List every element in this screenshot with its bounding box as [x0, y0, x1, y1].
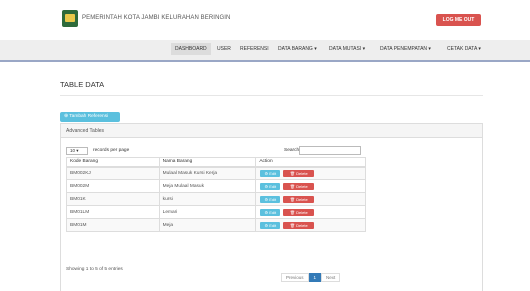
table-row: BM01K kursi ⚙ Edit 🗑 Delete — [66, 192, 366, 206]
nav-data-barang[interactable]: DATA BARANG ▾ — [278, 46, 317, 52]
chevron-down-icon: ▾ — [75, 148, 79, 153]
delete-button[interactable]: 🗑 Delete — [283, 221, 315, 229]
title-divider — [60, 95, 483, 96]
table-row: BM01LM Lemari ⚙ Edit 🗑 Delete — [66, 205, 366, 219]
main-navbar: DASHBOARD USER REFERENSI DATA BARANG ▾ D… — [0, 40, 530, 62]
edit-button[interactable]: ⚙ Edit — [260, 208, 281, 216]
cell-action: ⚙ Edit 🗑 Delete — [255, 179, 366, 193]
pagination-previous[interactable]: Previous — [281, 273, 309, 282]
city-emblem-logo — [62, 10, 78, 27]
records-per-page-select[interactable]: 10 ▾ — [66, 147, 88, 155]
column-header-kode[interactable]: Kode Barang — [66, 157, 160, 168]
edit-button[interactable]: ⚙ Edit — [260, 182, 281, 190]
table-row: BM002KJ Mulaal Masuk Kursi Kerja ⚙ Edit 🗑… — [66, 166, 366, 180]
records-per-page-label: records per page — [93, 148, 130, 153]
pagination: Previous 1 Next — [281, 273, 341, 282]
cell-kode: BM002KJ — [66, 166, 160, 180]
edit-button[interactable]: ⚙ Edit — [260, 195, 281, 203]
advanced-tables-panel: Advanced Tables 10 ▾ records per page Se… — [60, 123, 483, 291]
nav-data-penempatan[interactable]: DATA PENEMPATAN ▾ — [380, 46, 431, 52]
cell-action: ⚙ Edit 🗑 Delete — [255, 192, 366, 206]
cell-kode: BM002M — [66, 179, 160, 193]
nav-user[interactable]: USER — [217, 46, 231, 52]
search-input[interactable] — [299, 146, 361, 155]
delete-button[interactable]: 🗑 Delete — [283, 182, 315, 190]
delete-button[interactable]: 🗑 Delete — [283, 169, 315, 177]
nav-cetak-data[interactable]: CETAK DATA ▾ — [447, 46, 481, 52]
pagination-page-1[interactable]: 1 — [308, 273, 322, 282]
cell-kode: BM01M — [66, 218, 160, 232]
nav-referensi[interactable]: REFERENSI — [240, 46, 269, 52]
logout-button[interactable]: LOG ME OUT — [436, 14, 481, 26]
cell-nama: Meja Mulaal Masuk — [158, 179, 257, 193]
table-row: BM01M Meja ⚙ Edit 🗑 Delete — [66, 218, 366, 232]
data-table: Kode Barang Nama Barang Action BM002KJ M… — [66, 157, 366, 232]
cell-nama: Meja — [158, 218, 257, 232]
cell-nama: kursi — [158, 192, 257, 206]
cell-action: ⚙ Edit 🗑 Delete — [255, 205, 366, 219]
add-referensi-button[interactable]: ⊕ Tambah Referensi — [60, 112, 120, 122]
nav-data-mutasi[interactable]: DATA MUTASI ▾ — [329, 46, 365, 52]
top-header: PEMERINTAH KOTA JAMBI KELURAHAN BERINGIN… — [0, 0, 530, 40]
cell-kode: BM01K — [66, 192, 160, 206]
table-header-row: Kode Barang Nama Barang Action — [66, 157, 366, 168]
cell-kode: BM01LM — [66, 205, 160, 219]
column-header-action: Action — [255, 157, 366, 168]
panel-title: Advanced Tables — [61, 124, 482, 138]
app-title: PEMERINTAH KOTA JAMBI KELURAHAN BERINGIN — [82, 15, 231, 21]
table-info: Showing 1 to 5 of 5 entries — [66, 267, 123, 272]
nav-dashboard[interactable]: DASHBOARD — [171, 43, 211, 55]
column-header-nama[interactable]: Nama Barang — [158, 157, 257, 168]
cell-action: ⚙ Edit 🗑 Delete — [255, 166, 366, 180]
delete-button[interactable]: 🗑 Delete — [283, 195, 315, 203]
delete-button[interactable]: 🗑 Delete — [283, 208, 315, 216]
table-row: BM002M Meja Mulaal Masuk ⚙ Edit 🗑 Delete — [66, 179, 366, 193]
cell-action: ⚙ Edit 🗑 Delete — [255, 218, 366, 232]
cell-nama: Mulaal Masuk Kursi Kerja — [158, 166, 257, 180]
page-title: TABLE DATA — [60, 80, 105, 89]
edit-button[interactable]: ⚙ Edit — [260, 221, 281, 229]
cell-nama: Lemari — [158, 205, 257, 219]
edit-button[interactable]: ⚙ Edit — [260, 169, 281, 177]
pagination-next[interactable]: Next — [321, 273, 341, 282]
